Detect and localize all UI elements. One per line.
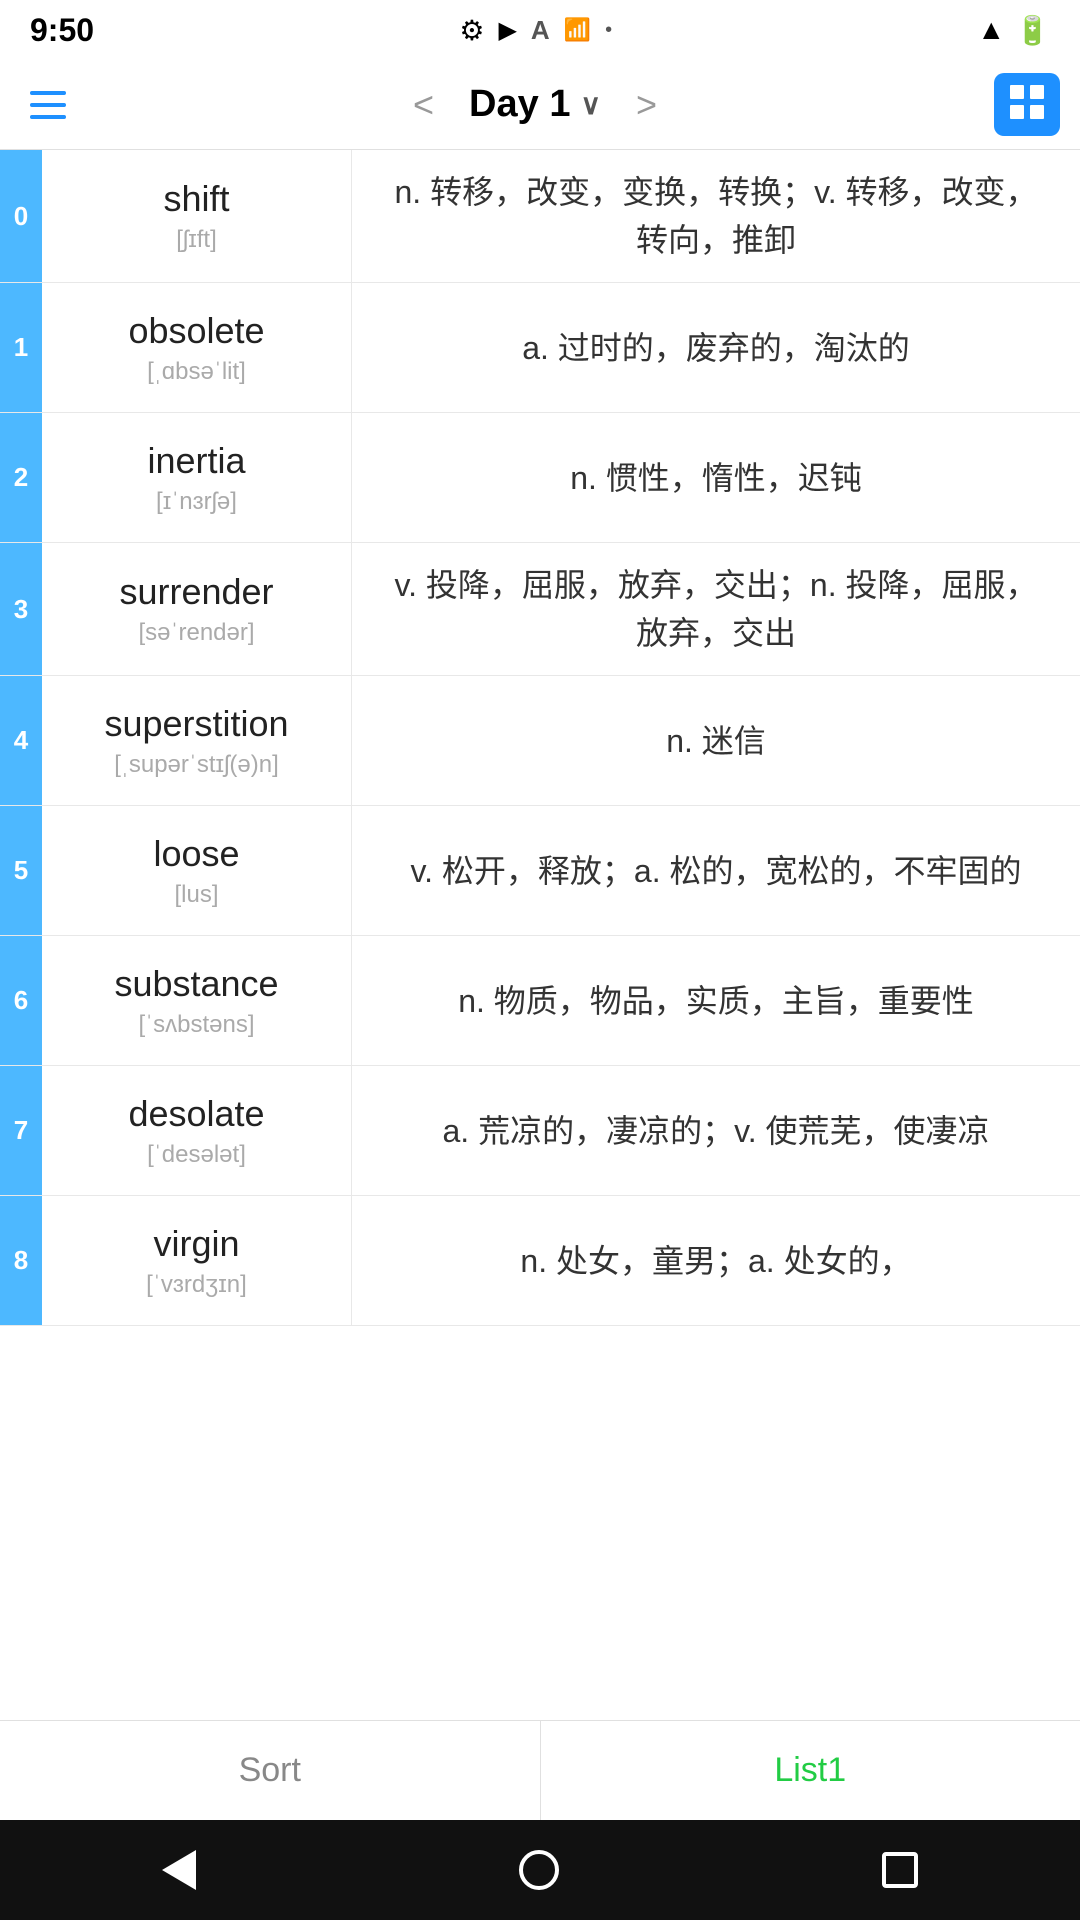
- prev-day-button[interactable]: <: [398, 79, 449, 131]
- word-left: obsolete [ˌɑbsəˈlit]: [42, 283, 352, 412]
- word-left: surrender [səˈrendər]: [42, 543, 352, 675]
- word-definition: n. 惯性，惰性，迟钝: [352, 413, 1080, 542]
- word-phonetic: [lus]: [174, 881, 218, 909]
- word-english: substance: [114, 963, 278, 1005]
- word-index: 8: [0, 1196, 42, 1325]
- font-icon: A: [531, 15, 550, 46]
- word-definition: v. 松开，释放；a. 松的，宽松的，不牢固的: [352, 806, 1080, 935]
- word-phonetic: [ˌsupərˈstɪʃ(ə)n]: [114, 751, 279, 779]
- status-bar: 9:50 ⚙ ▶ A 📶 • ▲ 🔋: [0, 0, 1080, 60]
- status-right: ▲ 🔋: [977, 14, 1050, 47]
- word-index: 7: [0, 1066, 42, 1195]
- word-english: loose: [153, 833, 239, 875]
- word-phonetic: [ˈsʌbstəns]: [138, 1011, 254, 1039]
- word-index: 1: [0, 283, 42, 412]
- hamburger-menu-button[interactable]: [20, 81, 76, 129]
- word-definition: n. 迷信: [352, 676, 1080, 805]
- dropdown-icon: ∨: [580, 88, 601, 121]
- word-left: substance [ˈsʌbstəns]: [42, 936, 352, 1065]
- wifi-icon: 📶: [564, 17, 591, 43]
- word-english: virgin: [153, 1223, 239, 1265]
- word-phonetic: [səˈrendər]: [138, 619, 254, 647]
- list1-tab[interactable]: List1: [541, 1721, 1080, 1820]
- back-button[interactable]: [162, 1850, 196, 1890]
- word-english: superstition: [104, 703, 288, 745]
- word-index: 3: [0, 543, 42, 675]
- dot-icon: •: [605, 19, 612, 42]
- word-row[interactable]: 1 obsolete [ˌɑbsəˈlit] a. 过时的，废弃的，淘汰的: [0, 283, 1080, 413]
- home-button[interactable]: [519, 1850, 559, 1890]
- word-list: 0 shift [ʃɪft] n. 转移，改变，变换，转换；v. 转移，改变，转…: [0, 150, 1080, 1720]
- nav-center: < Day 1 ∨ >: [398, 79, 672, 131]
- word-english: surrender: [119, 571, 273, 613]
- gear-icon: ⚙: [459, 14, 484, 47]
- day-title[interactable]: Day 1 ∨: [469, 83, 601, 126]
- word-left: virgin [ˈvɜrdʒɪn]: [42, 1196, 352, 1325]
- word-row[interactable]: 2 inertia [ɪˈnɜrʃə] n. 惯性，惰性，迟钝: [0, 413, 1080, 543]
- word-row[interactable]: 8 virgin [ˈvɜrdʒɪn] n. 处女，童男；a. 处女的，: [0, 1196, 1080, 1326]
- word-phonetic: [ˈdesələt]: [147, 1141, 246, 1169]
- play-icon: ▶: [498, 16, 516, 45]
- next-day-button[interactable]: >: [621, 79, 672, 131]
- word-left: superstition [ˌsupərˈstɪʃ(ə)n]: [42, 676, 352, 805]
- word-definition: n. 转移，改变，变换，转换；v. 转移，改变，转向，推卸: [352, 150, 1080, 282]
- word-english: shift: [163, 178, 229, 220]
- word-phonetic: [ɪˈnɜrʃə]: [156, 488, 237, 516]
- word-definition: n. 物质，物品，实质，主旨，重要性: [352, 936, 1080, 1065]
- word-row[interactable]: 0 shift [ʃɪft] n. 转移，改变，变换，转换；v. 转移，改变，转…: [0, 150, 1080, 283]
- word-index: 6: [0, 936, 42, 1065]
- word-phonetic: [ʃɪft]: [176, 226, 217, 254]
- word-left: desolate [ˈdesələt]: [42, 1066, 352, 1195]
- word-index: 0: [0, 150, 42, 282]
- word-left: loose [lus]: [42, 806, 352, 935]
- word-index: 4: [0, 676, 42, 805]
- word-row[interactable]: 3 surrender [səˈrendər] v. 投降，屈服，放弃，交出；n…: [0, 543, 1080, 676]
- word-definition: n. 处女，童男；a. 处女的，: [352, 1196, 1080, 1325]
- word-english: obsolete: [128, 310, 264, 352]
- word-row[interactable]: 6 substance [ˈsʌbstəns] n. 物质，物品，实质，主旨，重…: [0, 936, 1080, 1066]
- word-phonetic: [ˈvɜrdʒɪn]: [146, 1271, 247, 1299]
- word-index: 2: [0, 413, 42, 542]
- word-definition: v. 投降，屈服，放弃，交出；n. 投降，屈服，放弃，交出: [352, 543, 1080, 675]
- nav-bar: < Day 1 ∨ >: [0, 60, 1080, 150]
- word-left: inertia [ɪˈnɜrʃə]: [42, 413, 352, 542]
- recents-button[interactable]: [882, 1852, 918, 1888]
- signal-icon: ▲: [977, 14, 1005, 46]
- word-row[interactable]: 7 desolate [ˈdesələt] a. 荒凉的，凄凉的；v. 使荒芜，…: [0, 1066, 1080, 1196]
- word-english: desolate: [128, 1093, 264, 1135]
- grid-view-button[interactable]: [994, 73, 1060, 136]
- word-index: 5: [0, 806, 42, 935]
- status-icons: ⚙ ▶ A 📶 •: [459, 14, 612, 47]
- word-definition: a. 过时的，废弃的，淘汰的: [352, 283, 1080, 412]
- battery-icon: 🔋: [1015, 14, 1050, 47]
- word-definition: a. 荒凉的，凄凉的；v. 使荒芜，使凄凉: [352, 1066, 1080, 1195]
- android-nav-bar: [0, 1820, 1080, 1920]
- word-row[interactable]: 4 superstition [ˌsupərˈstɪʃ(ə)n] n. 迷信: [0, 676, 1080, 806]
- word-english: inertia: [147, 440, 245, 482]
- status-time: 9:50: [30, 12, 94, 49]
- word-row[interactable]: 5 loose [lus] v. 松开，释放；a. 松的，宽松的，不牢固的: [0, 806, 1080, 936]
- sort-tab[interactable]: Sort: [0, 1721, 541, 1820]
- word-phonetic: [ˌɑbsəˈlit]: [147, 358, 246, 386]
- bottom-tab-bar: Sort List1: [0, 1720, 1080, 1820]
- word-left: shift [ʃɪft]: [42, 150, 352, 282]
